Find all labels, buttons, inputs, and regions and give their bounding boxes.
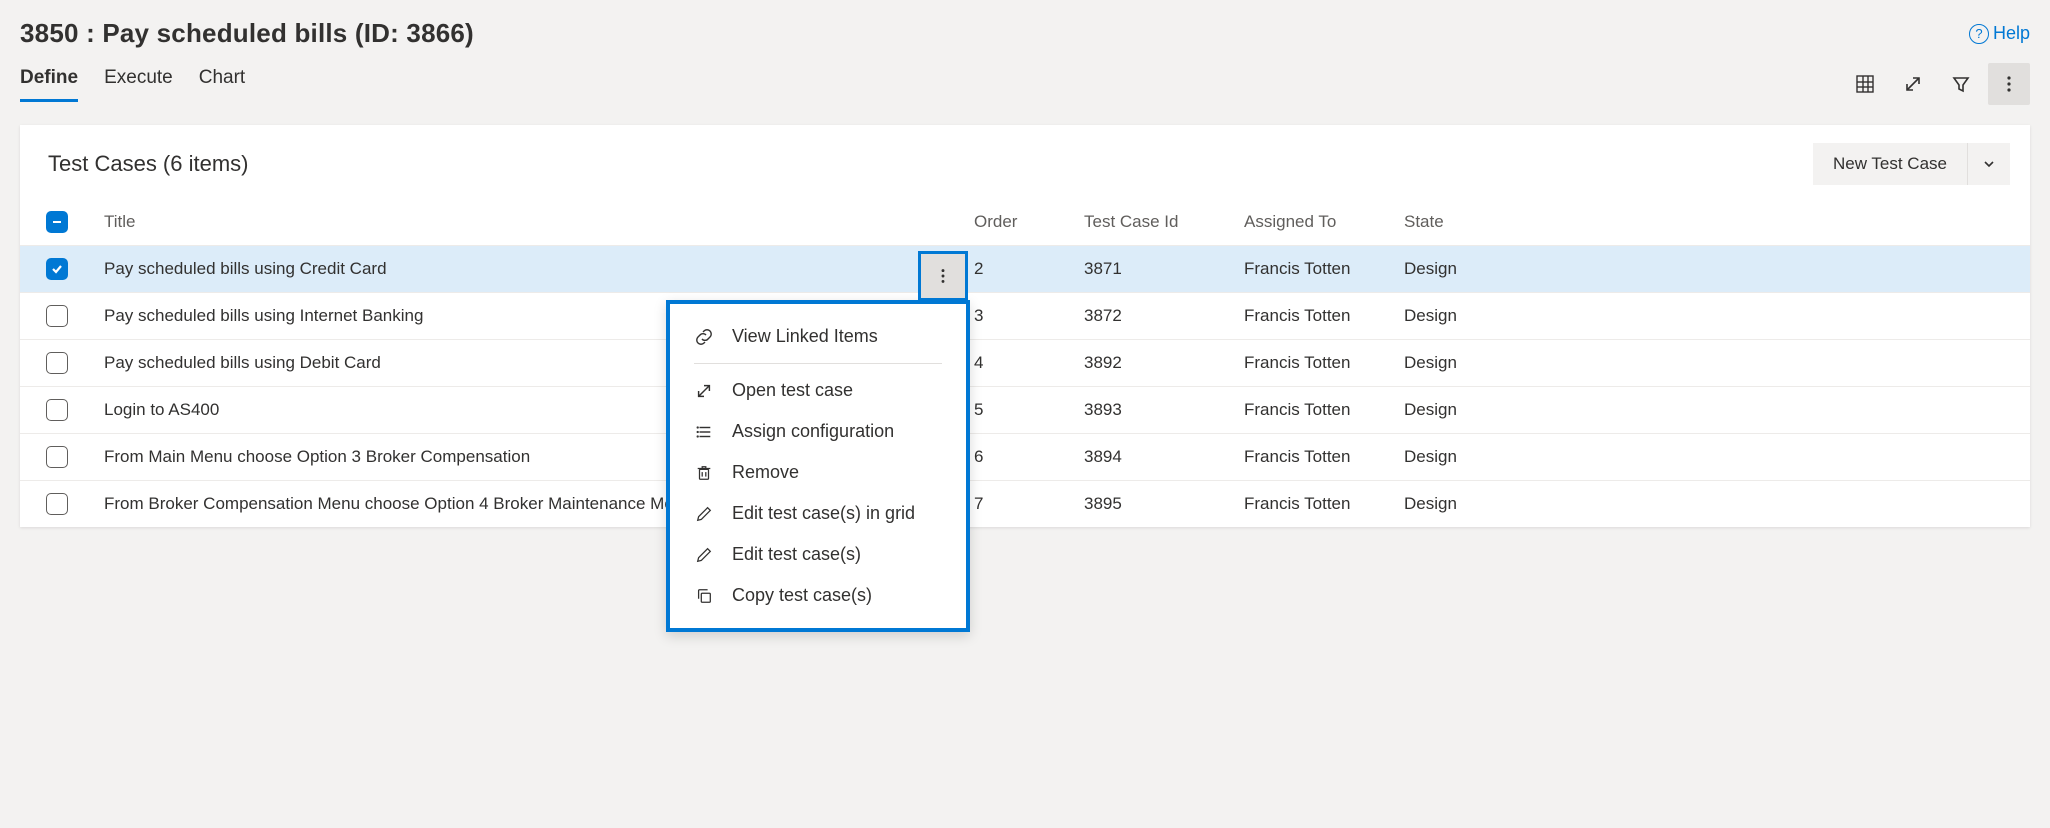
cell-tcid: 3895	[1072, 481, 1232, 528]
cell-tcid: 3871	[1072, 246, 1232, 293]
cell-order: 4	[962, 340, 1072, 387]
help-link[interactable]: ? Help	[1969, 23, 2030, 44]
new-test-case-dropdown[interactable]	[1967, 143, 2010, 185]
row-checkbox[interactable]	[46, 352, 68, 374]
cell-order: 6	[962, 434, 1072, 481]
cell-tcid: 3892	[1072, 340, 1232, 387]
menu-item-label: View Linked Items	[732, 326, 878, 347]
table-row[interactable]: Pay scheduled bills using Credit Card238…	[20, 246, 2030, 293]
menu-item-label: Copy test case(s)	[732, 585, 872, 606]
menu-separator	[694, 363, 942, 364]
tab-execute[interactable]: Execute	[104, 67, 173, 102]
menu-item[interactable]: Edit test case(s)	[670, 534, 966, 575]
more-vertical-icon	[934, 267, 952, 285]
test-cases-panel: Test Cases (6 items) New Test Case Title…	[20, 125, 2030, 527]
filter-button[interactable]	[1940, 63, 1982, 105]
column-header-tcid[interactable]: Test Case Id	[1072, 199, 1232, 246]
cell-order: 7	[962, 481, 1072, 528]
cell-assigned: Francis Totten	[1232, 387, 1392, 434]
trash-icon	[694, 463, 714, 483]
menu-item-label: Remove	[732, 462, 799, 483]
cell-assigned: Francis Totten	[1232, 481, 1392, 528]
chevron-down-icon	[1982, 157, 1996, 171]
cell-order: 2	[962, 246, 1072, 293]
edit-icon	[694, 545, 714, 565]
menu-item[interactable]: View Linked Items	[670, 316, 966, 357]
table-row[interactable]: Login to AS40053893Francis TottenDesign	[20, 387, 2030, 434]
tab-define[interactable]: Define	[20, 67, 78, 102]
table-row[interactable]: Pay scheduled bills using Debit Card4389…	[20, 340, 2030, 387]
row-checkbox[interactable]	[46, 305, 68, 327]
cell-assigned: Francis Totten	[1232, 293, 1392, 340]
toolbar	[1844, 63, 2030, 105]
fullscreen-button[interactable]	[1892, 63, 1934, 105]
link-icon	[694, 327, 714, 347]
column-header-assigned[interactable]: Assigned To	[1232, 199, 1392, 246]
menu-item[interactable]: Copy test case(s)	[670, 575, 966, 616]
row-actions-button[interactable]	[918, 251, 968, 301]
column-header-state[interactable]: State	[1392, 199, 2030, 246]
test-cases-table: Title Order Test Case Id Assigned To Sta…	[20, 199, 2030, 527]
grid-icon	[1855, 74, 1875, 94]
cell-order: 3	[962, 293, 1072, 340]
table-row[interactable]: From Broker Compensation Menu choose Opt…	[20, 481, 2030, 528]
more-actions-button[interactable]	[1988, 63, 2030, 105]
menu-item[interactable]: Assign configuration	[670, 411, 966, 452]
column-header-order[interactable]: Order	[962, 199, 1072, 246]
tab-strip: Define Execute Chart	[20, 67, 245, 102]
row-checkbox[interactable]	[46, 493, 68, 515]
cell-title: Pay scheduled bills using Credit Card	[92, 246, 962, 293]
menu-item[interactable]: Open test case	[670, 370, 966, 411]
row-context-menu: View Linked Items Open test case Assign co…	[666, 300, 970, 632]
select-all-checkbox[interactable]	[46, 211, 68, 233]
more-vertical-icon	[1999, 74, 2019, 94]
row-checkbox[interactable]	[46, 446, 68, 468]
row-checkbox[interactable]	[46, 258, 68, 280]
cell-assigned: Francis Totten	[1232, 246, 1392, 293]
tab-chart[interactable]: Chart	[199, 67, 245, 102]
help-icon: ?	[1969, 24, 1989, 44]
menu-item-label: Open test case	[732, 380, 853, 401]
new-test-case-button[interactable]: New Test Case	[1813, 143, 1967, 185]
expand-icon	[1903, 74, 1923, 94]
cell-order: 5	[962, 387, 1072, 434]
filter-icon	[1951, 74, 1971, 94]
cell-tcid: 3894	[1072, 434, 1232, 481]
menu-item[interactable]: Edit test case(s) in grid	[670, 493, 966, 534]
open-icon	[694, 381, 714, 401]
cell-tcid: 3872	[1072, 293, 1232, 340]
menu-item-label: Assign configuration	[732, 421, 894, 442]
config-icon	[694, 422, 714, 442]
edit-icon	[694, 504, 714, 524]
cell-state: Design	[1392, 340, 2030, 387]
menu-item-label: Edit test case(s) in grid	[732, 503, 915, 524]
column-header-title[interactable]: Title	[92, 199, 962, 246]
page-title: 3850 : Pay scheduled bills (ID: 3866)	[20, 18, 474, 49]
table-row[interactable]: Pay scheduled bills using Internet Banki…	[20, 293, 2030, 340]
cell-state: Design	[1392, 481, 2030, 528]
new-test-case-split-button: New Test Case	[1813, 143, 2010, 185]
help-label: Help	[1993, 23, 2030, 44]
copy-icon	[694, 586, 714, 606]
panel-title: Test Cases (6 items)	[48, 151, 249, 177]
cell-state: Design	[1392, 387, 2030, 434]
cell-state: Design	[1392, 434, 2030, 481]
cell-state: Design	[1392, 246, 2030, 293]
menu-item-label: Edit test case(s)	[732, 544, 861, 565]
cell-state: Design	[1392, 293, 2030, 340]
cell-tcid: 3893	[1072, 387, 1232, 434]
cell-assigned: Francis Totten	[1232, 434, 1392, 481]
row-checkbox[interactable]	[46, 399, 68, 421]
table-row[interactable]: From Main Menu choose Option 3 Broker Co…	[20, 434, 2030, 481]
cell-assigned: Francis Totten	[1232, 340, 1392, 387]
grid-view-button[interactable]	[1844, 63, 1886, 105]
menu-item[interactable]: Remove	[670, 452, 966, 493]
